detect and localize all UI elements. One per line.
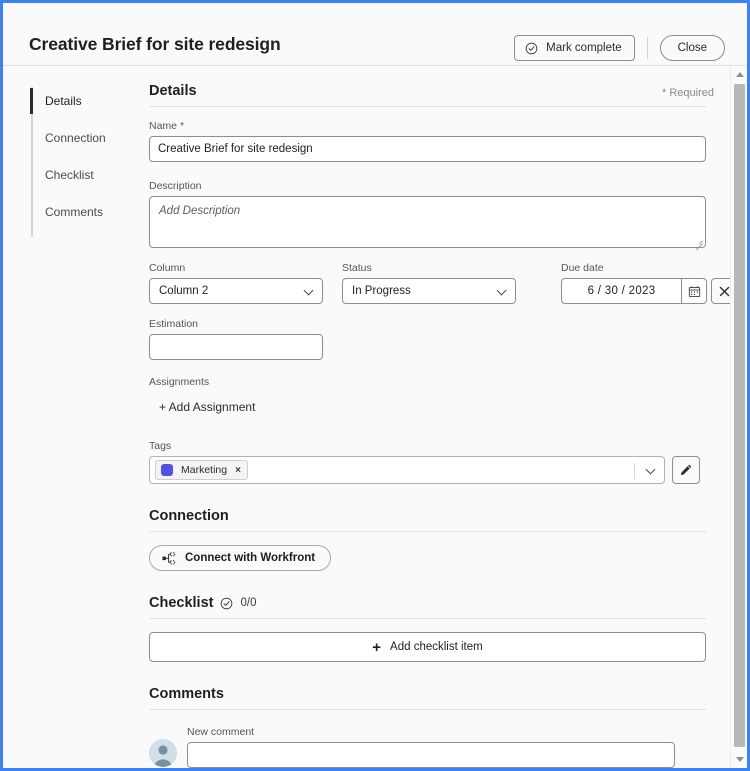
comments-section-heading: Comments <box>149 686 723 702</box>
name-label-text: Name <box>149 120 178 132</box>
estimation-label: Estimation <box>149 318 199 330</box>
sidebar-nav: Details Connection Checklist Comments <box>3 66 131 768</box>
details-heading-label: Details <box>149 83 197 99</box>
due-date-group: 6 / 30 / 2023 <box>561 278 737 304</box>
column-select[interactable]: Column 2 <box>149 278 323 304</box>
status-field: Status In Progress <box>342 262 516 304</box>
section-divider <box>149 618 706 619</box>
assignments-field: Assignments + Add Assignment <box>149 376 723 416</box>
chevron-up-icon <box>735 72 744 77</box>
checklist-count: 0/0 <box>240 597 257 609</box>
header-actions: Mark complete Close <box>514 35 725 61</box>
close-icon <box>719 286 730 297</box>
scroll-down-button[interactable] <box>731 751 747 768</box>
avatar <box>149 739 177 767</box>
new-comment-input[interactable] <box>187 742 675 768</box>
dialog-header: Creative Brief for site redesign Mark co… <box>3 3 747 66</box>
chevron-down-icon <box>305 287 313 295</box>
status-label: Status <box>342 262 372 274</box>
mark-complete-label: Mark complete <box>546 42 622 54</box>
tag-label: Marketing <box>181 464 228 476</box>
page-title: Creative Brief for site redesign <box>29 34 281 54</box>
new-comment-label: New comment <box>187 726 255 738</box>
connect-workfront-button[interactable]: Connect with Workfront <box>149 545 332 571</box>
required-asterisk: * <box>179 120 185 132</box>
section-divider <box>149 106 706 107</box>
chevron-down-icon[interactable] <box>647 466 655 474</box>
scroll-up-button[interactable] <box>731 66 747 83</box>
required-note: * Required <box>662 87 714 99</box>
name-field-label: Name * <box>149 120 723 132</box>
status-select[interactable]: In Progress <box>342 278 516 304</box>
column-field: Column Column 2 <box>149 262 323 304</box>
status-value: In Progress <box>352 285 411 297</box>
sidebar-item-comments[interactable]: Comments <box>31 196 103 228</box>
connect-workfront-label: Connect with Workfront <box>185 552 316 564</box>
calendar-picker-button[interactable] <box>681 278 707 304</box>
add-assignment-button[interactable]: + Add Assignment <box>159 400 255 414</box>
check-circle-icon <box>220 597 233 610</box>
sidebar-item-connection[interactable]: Connection <box>31 122 106 154</box>
check-circle-icon <box>525 42 538 55</box>
description-field-label: Description <box>149 180 202 192</box>
column-value: Column 2 <box>159 285 209 297</box>
connection-section-heading: Connection <box>149 508 723 524</box>
connection-heading-label: Connection <box>149 508 229 524</box>
vertical-scrollbar[interactable] <box>730 66 747 768</box>
task-detail-panel: Creative Brief for site redesign Mark co… <box>3 3 747 768</box>
due-date-field: Due date 6 / 30 / 2023 <box>561 262 737 304</box>
sidebar-item-label: Checklist <box>45 168 94 182</box>
pencil-icon <box>679 463 693 477</box>
checklist-section-heading: Checklist 0/0 <box>149 595 723 611</box>
description-placeholder: Add Description <box>159 205 241 217</box>
assignments-label: Assignments <box>149 376 210 388</box>
chevron-down-icon <box>498 287 506 295</box>
new-comment-field: New comment <box>187 726 675 768</box>
meta-fields-row: Column Column 2 Status In Progress Due d… <box>149 262 737 304</box>
due-date-input[interactable]: 6 / 30 / 2023 <box>561 278 681 304</box>
column-label: Column <box>149 262 186 274</box>
checklist-heading-label: Checklist <box>149 595 214 611</box>
tags-field: Tags Marketing × <box>149 440 723 484</box>
content-scroll-area: Details * Required Name * Description Ad… <box>131 66 747 768</box>
name-input[interactable] <box>149 136 706 162</box>
tags-row: Marketing × <box>149 456 723 484</box>
tags-label: Tags <box>149 440 172 452</box>
tags-combobox[interactable]: Marketing × <box>149 456 665 484</box>
edit-tags-button[interactable] <box>672 456 700 484</box>
new-comment-row: New comment <box>149 726 723 768</box>
resize-handle-icon[interactable] <box>695 237 703 251</box>
sidebar-item-label: Details <box>45 94 82 108</box>
plus-icon: + <box>372 638 382 656</box>
section-divider <box>149 531 706 532</box>
sidebar-item-details[interactable]: Details <box>30 85 82 117</box>
header-divider <box>646 37 648 59</box>
chevron-down-icon <box>735 757 744 762</box>
due-date-label: Due date <box>561 262 604 274</box>
tag-color-swatch <box>161 464 173 476</box>
calendar-icon <box>688 285 701 298</box>
add-checklist-item-button[interactable]: + Add checklist item <box>149 632 706 662</box>
close-button[interactable]: Close <box>659 35 725 61</box>
tag-chip[interactable]: Marketing × <box>155 460 248 480</box>
scrollbar-thumb[interactable] <box>734 84 745 747</box>
estimation-field: Estimation <box>149 318 723 360</box>
sidebar-item-label: Comments <box>45 205 104 219</box>
mark-complete-button[interactable]: Mark complete <box>514 35 635 61</box>
tags-divider <box>634 463 635 479</box>
sidebar-item-label: Connection <box>45 131 106 145</box>
workfront-connect-icon <box>162 551 176 565</box>
comments-heading-label: Comments <box>149 686 224 702</box>
details-section-heading: Details * Required <box>149 83 723 99</box>
section-divider <box>149 709 706 710</box>
content-inner: Details * Required Name * Description Ad… <box>131 66 737 768</box>
remove-tag-icon[interactable]: × <box>235 465 241 476</box>
description-textarea[interactable]: Add Description <box>149 196 706 251</box>
sidebar-item-checklist[interactable]: Checklist <box>31 159 94 191</box>
modal-window: Creative Brief for site redesign Mark co… <box>0 0 750 771</box>
estimation-input[interactable] <box>149 334 323 360</box>
add-checklist-item-label: Add checklist item <box>390 641 483 653</box>
